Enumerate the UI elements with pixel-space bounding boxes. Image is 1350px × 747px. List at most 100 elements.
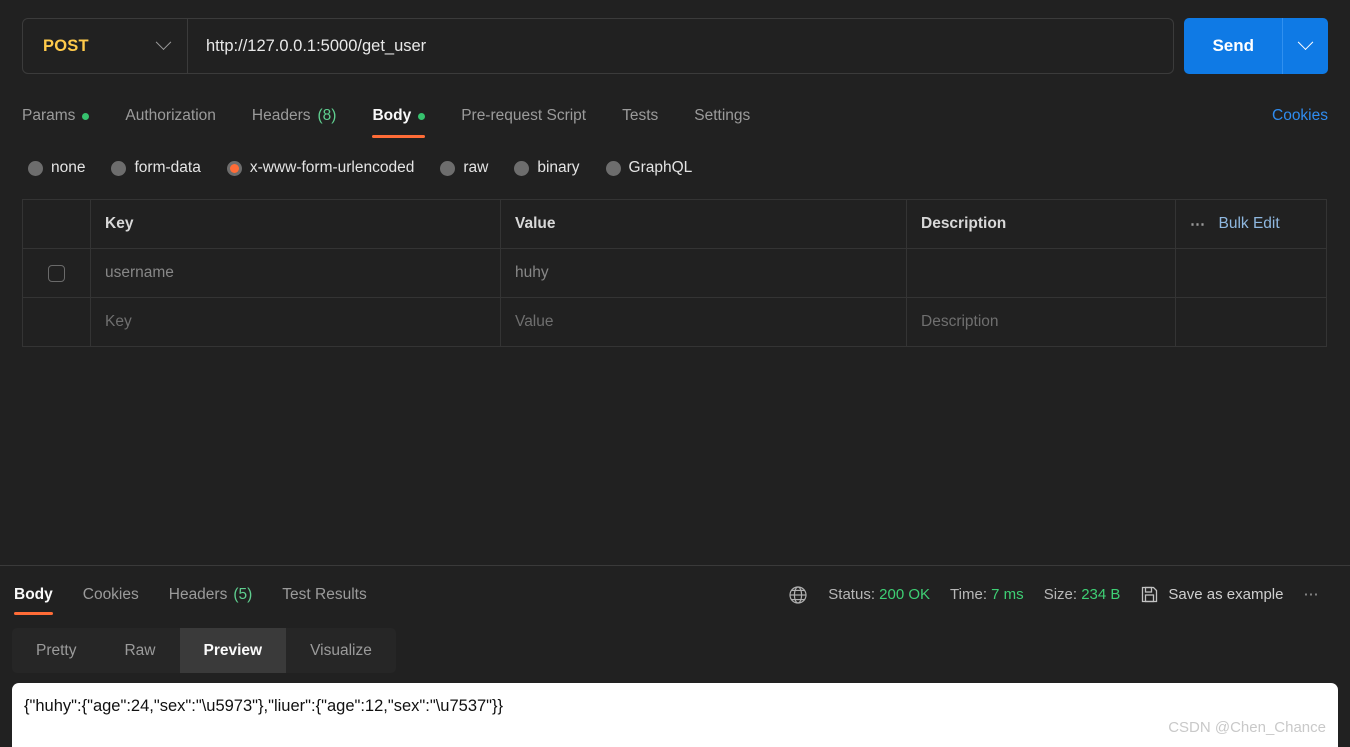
response-size-value: 234 B [1081, 586, 1121, 603]
chevron-down-icon [1297, 33, 1314, 50]
row-value-input[interactable]: huhy [501, 249, 907, 297]
send-button-group: Send [1184, 18, 1328, 74]
save-as-example-button[interactable]: Save as example [1140, 585, 1284, 604]
request-tabs: Params Authorization Headers (8) Body Pr… [0, 92, 1350, 140]
globe-icon[interactable] [788, 585, 808, 605]
tab-body-label: Body [372, 107, 412, 124]
tab-tests-label: Tests [622, 107, 659, 124]
new-row-actions [1176, 298, 1326, 346]
response-view-mode-group: Pretty Raw Preview Visualize [12, 628, 396, 673]
row-key-text: username [105, 264, 174, 281]
response-tab-cookies[interactable]: Cookies [83, 566, 139, 623]
radio-icon [28, 160, 43, 176]
response-tab-headers-label: Headers [168, 585, 228, 603]
http-method-select[interactable]: POST [23, 19, 188, 73]
new-row-value-input[interactable]: Value [501, 298, 907, 346]
tab-headers[interactable]: Headers (8) [252, 92, 337, 140]
body-type-none[interactable]: none [28, 159, 85, 177]
body-type-form-data[interactable]: form-data [111, 159, 201, 177]
new-row-description-input[interactable]: Description [907, 298, 1176, 346]
tab-settings[interactable]: Settings [694, 92, 750, 140]
save-as-example-label: Save as example [1168, 586, 1284, 603]
modified-dot-icon [418, 112, 426, 120]
radio-icon [605, 160, 621, 176]
table-header-key: Key [91, 200, 501, 248]
response-time-value: 7 ms [991, 586, 1024, 603]
radio-icon [514, 160, 530, 176]
body-type-x-www-form-urlencoded[interactable]: x-www-form-urlencoded [226, 159, 415, 177]
cookies-link[interactable]: Cookies [1272, 92, 1328, 140]
body-type-radio-group: none form-data x-www-form-urlencoded raw… [0, 150, 1350, 186]
table-header-description: Description [907, 200, 1176, 248]
response-tab-headers[interactable]: Headers (5) [169, 566, 253, 623]
response-tab-cookies-label: Cookies [82, 585, 139, 603]
status-code-label: Status: [828, 586, 875, 603]
url-input-group: POST http://127.0.0.1:5000/get_user [22, 18, 1175, 74]
send-button[interactable]: Send [1184, 18, 1282, 74]
tab-headers-count: (8) [317, 107, 337, 124]
tab-settings-label: Settings [694, 107, 751, 124]
table-header-actions: ⋯ Bulk Edit [1176, 200, 1326, 248]
radio-icon [111, 160, 127, 176]
view-mode-preview[interactable]: Preview [179, 628, 287, 673]
response-view-modes: Pretty Raw Preview Visualize [12, 628, 396, 673]
response-time: Time: 7 ms [950, 586, 1024, 603]
body-type-form-data-label: form-data [134, 159, 201, 176]
table-row: username huhy [23, 249, 1326, 298]
view-mode-visualize[interactable]: Visualize [286, 628, 396, 673]
save-floppy-icon [1140, 585, 1159, 604]
tab-params[interactable]: Params [22, 92, 90, 140]
table-header-checkbox-cell [23, 200, 91, 248]
form-params-table: Key Value Description ⋯ Bulk Edit userna… [22, 199, 1327, 347]
response-tab-test-results-label: Test Results [282, 585, 367, 603]
table-row: Key Value Description [23, 298, 1326, 347]
modified-dot-icon [82, 112, 90, 120]
tab-tests[interactable]: Tests [622, 92, 658, 140]
response-tab-test-results[interactable]: Test Results [282, 566, 366, 623]
body-type-raw-label: raw [463, 159, 489, 176]
status-code-value: 200 OK [879, 586, 931, 603]
row-value-text: huhy [515, 264, 549, 281]
response-tab-body-label: Body [14, 585, 53, 603]
tab-authorization[interactable]: Authorization [125, 92, 215, 140]
tab-body[interactable]: Body [372, 92, 426, 140]
ellipsis-horizontal-icon[interactable]: ⋯ [1190, 217, 1207, 232]
new-row-key-placeholder: Key [105, 313, 132, 330]
status-code: Status: 200 OK [828, 586, 930, 603]
table-header-row: Key Value Description ⋯ Bulk Edit [23, 200, 1326, 249]
bulk-edit-button[interactable]: Bulk Edit [1219, 215, 1280, 233]
table-header-value: Value [501, 200, 907, 248]
ellipsis-horizontal-icon[interactable]: ⋯ [1304, 587, 1321, 602]
view-mode-pretty[interactable]: Pretty [12, 628, 100, 673]
response-tab-body[interactable]: Body [14, 566, 53, 623]
watermark-text: CSDN @Chen_Chance [1168, 719, 1326, 736]
postman-window: POST http://127.0.0.1:5000/get_user Send… [0, 0, 1350, 747]
url-input[interactable]: http://127.0.0.1:5000/get_user [188, 19, 1173, 73]
tab-pre-request-script[interactable]: Pre-request Script [461, 92, 586, 140]
send-options-button[interactable] [1282, 18, 1328, 74]
response-size-label: Size: [1043, 586, 1078, 603]
response-body-preview[interactable]: {"huhy":{"age":24,"sex":"\u5973"},"liuer… [12, 683, 1338, 747]
new-row-key-input[interactable]: Key [91, 298, 501, 346]
new-row-value-placeholder: Value [515, 313, 554, 330]
body-type-graphql[interactable]: GraphQL [605, 159, 692, 177]
row-checkbox[interactable] [48, 264, 65, 282]
row-checkbox-cell [23, 249, 91, 297]
response-tab-headers-count: (5) [233, 585, 253, 603]
body-type-x-www-form-urlencoded-label: x-www-form-urlencoded [249, 159, 415, 176]
tab-headers-label: Headers [251, 107, 311, 124]
chevron-down-icon [155, 33, 172, 50]
radio-icon [440, 160, 456, 176]
body-type-raw[interactable]: raw [440, 159, 488, 177]
response-body-text: {"huhy":{"age":24,"sex":"\u5973"},"liuer… [24, 697, 504, 715]
body-type-binary[interactable]: binary [514, 159, 580, 177]
row-checkbox-cell [23, 298, 91, 346]
tab-pre-request-script-label: Pre-request Script [461, 107, 587, 124]
response-time-label: Time: [950, 586, 987, 603]
row-key-input[interactable]: username [91, 249, 501, 297]
view-mode-raw[interactable]: Raw [100, 628, 179, 673]
http-method-label: POST [43, 36, 89, 55]
row-description-input[interactable] [907, 249, 1176, 297]
body-type-binary-label: binary [537, 159, 580, 176]
response-size: Size: 234 B [1044, 586, 1121, 603]
